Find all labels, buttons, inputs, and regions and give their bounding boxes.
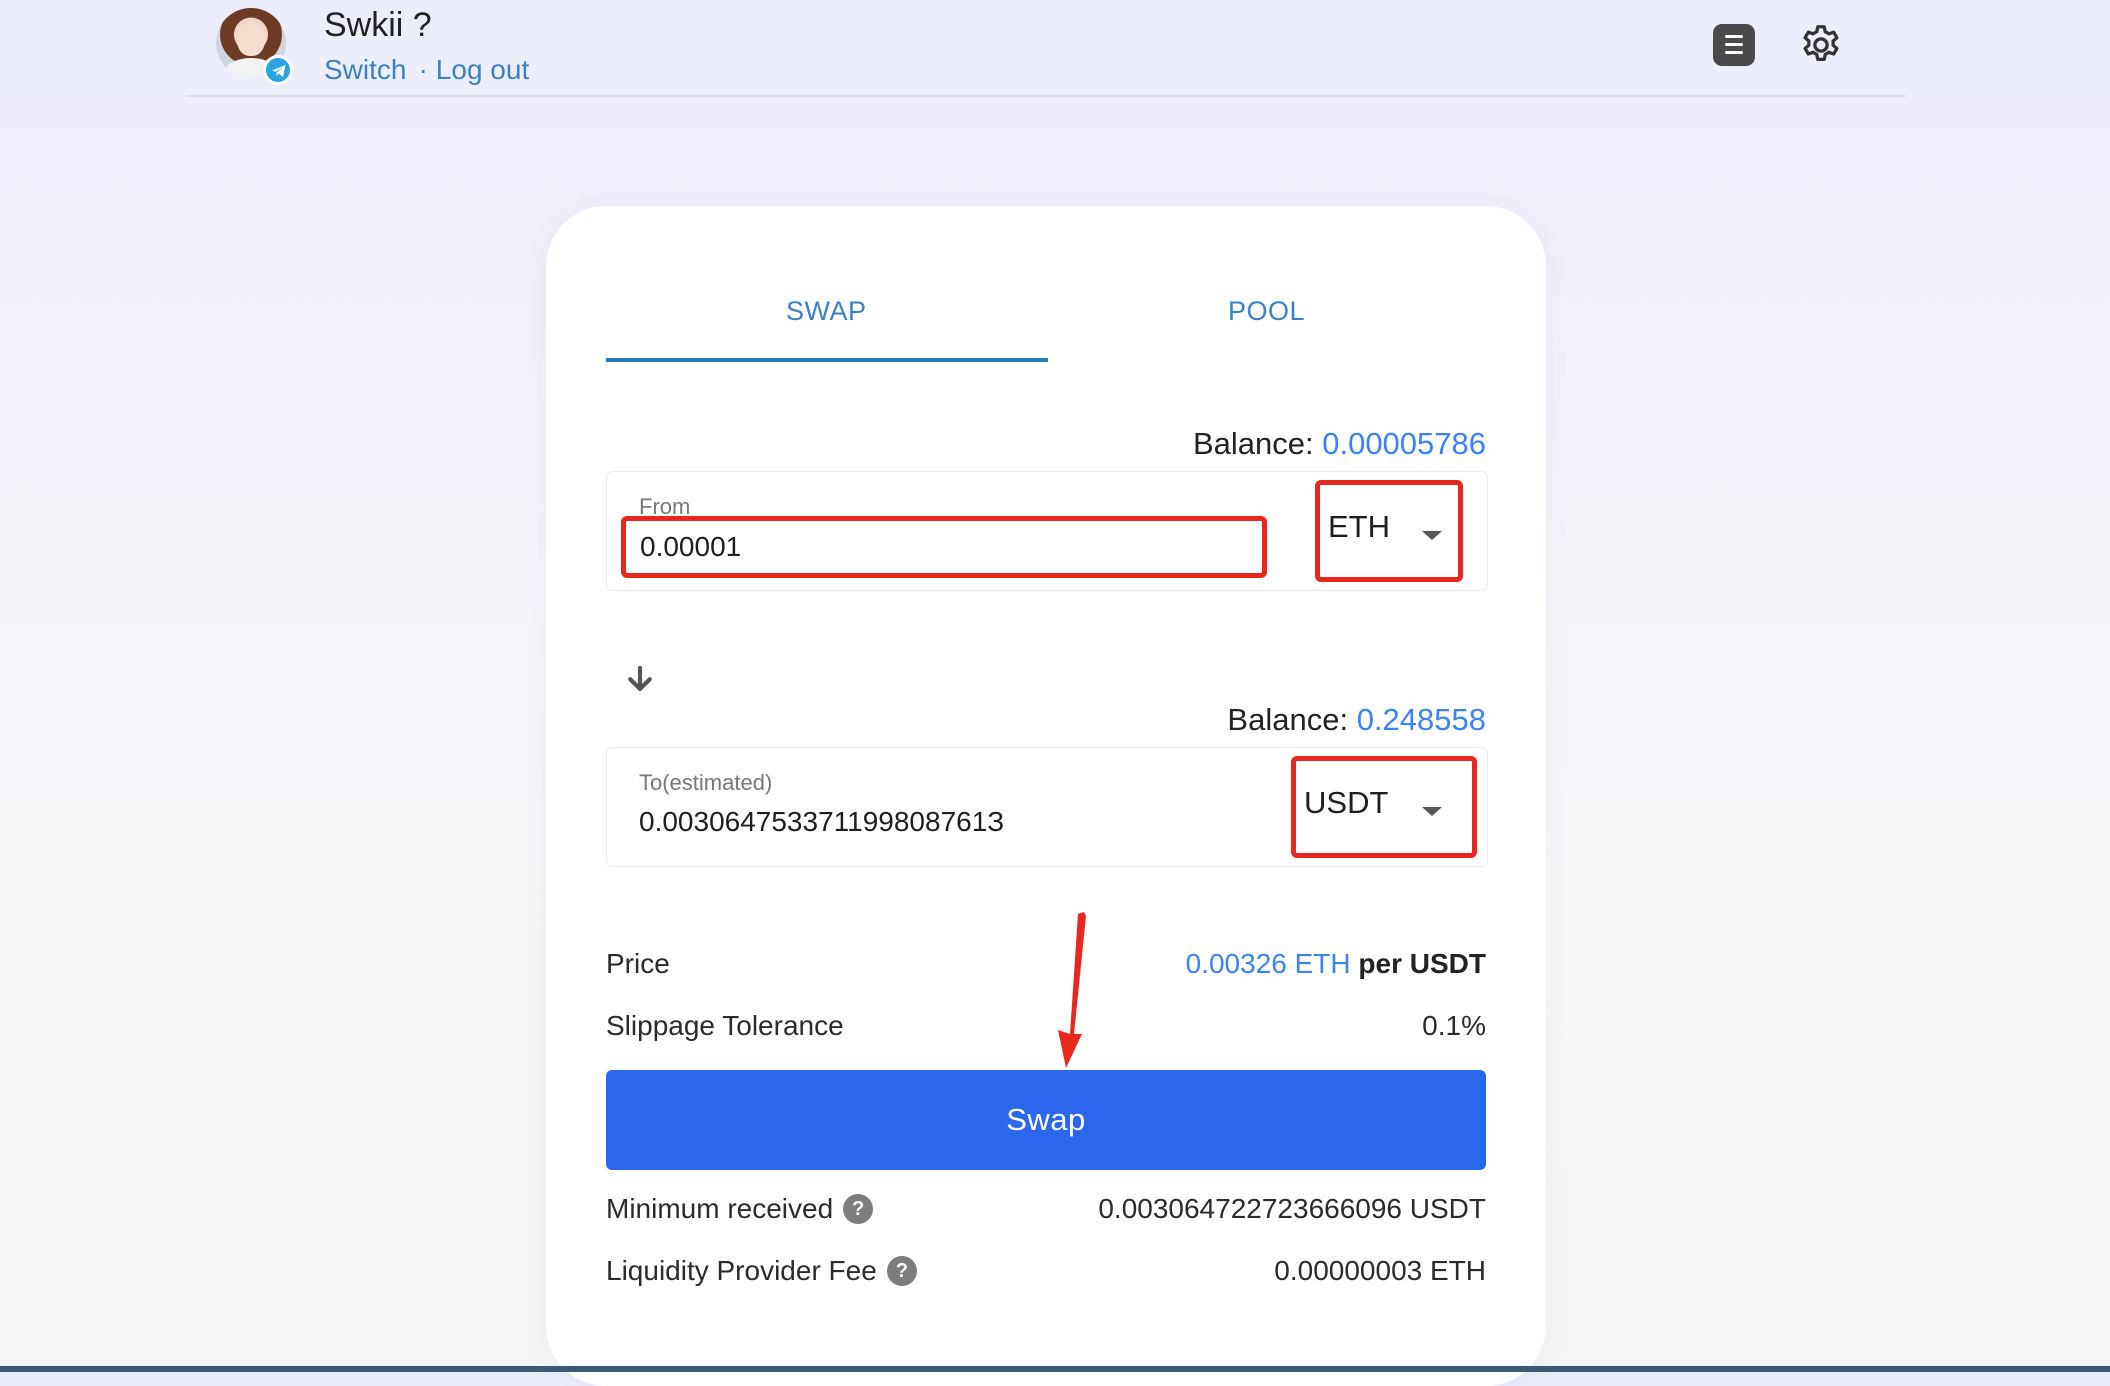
bottom-edge-bar (0, 1366, 2110, 1372)
price-unit: ETH (1294, 948, 1351, 979)
gear-icon[interactable] (1798, 22, 1844, 68)
minimum-received-label: Minimum received (606, 1193, 834, 1224)
swap-card: SWAP POOL Balance: 0.00005786 From ETH B… (546, 206, 1546, 1386)
switch-account-link[interactable]: Switch (324, 54, 406, 85)
liquidity-fee-row: Liquidity Provider Fee? 0.00000003 ETH (606, 1255, 1486, 1295)
menu-icon-line (1725, 43, 1743, 46)
top-header: Swkii ? Switch · Log out (186, 0, 1906, 97)
price-label: Price (606, 948, 670, 979)
account-links: Switch · Log out (324, 54, 529, 86)
arrow-down-icon[interactable] (622, 662, 658, 698)
help-icon[interactable]: ? (886, 1255, 917, 1286)
to-token-label: USDT (1304, 785, 1389, 820)
slippage-value[interactable]: 0.1% (1422, 1010, 1486, 1042)
to-token-select[interactable]: USDT (1291, 756, 1477, 858)
to-balance-value: 0.248558 (1356, 702, 1486, 737)
avatar-face (237, 22, 265, 56)
liquidity-fee-value: 0.00000003 ETH (1274, 1255, 1486, 1286)
from-token-select[interactable]: ETH (1315, 480, 1463, 582)
annotation-arrow (1058, 912, 1086, 1068)
from-amount-input[interactable] (621, 516, 1267, 578)
active-tab-indicator (606, 358, 1048, 362)
minimum-received-label-group: Minimum received? (606, 1193, 874, 1225)
from-token-label: ETH (1328, 509, 1390, 544)
to-balance: Balance: 0.248558 (1227, 702, 1486, 738)
help-icon[interactable]: ? (843, 1193, 874, 1224)
liquidity-fee-label: Liquidity Provider Fee (606, 1255, 877, 1286)
minimum-received-value: 0.003064722723666096 USDT (1098, 1193, 1486, 1224)
to-balance-label: Balance: (1227, 702, 1349, 737)
to-label: To(estimated) (639, 770, 773, 795)
menu-icon-line (1725, 51, 1743, 54)
price-target: USDT (1409, 948, 1486, 979)
price-value: 0.00326 ETH per USDT (1186, 948, 1486, 980)
menu-icon-line (1725, 35, 1743, 38)
price-amount: 0.00326 (1185, 948, 1287, 979)
from-balance-value: 0.00005786 (1322, 426, 1486, 461)
telegram-icon (263, 55, 293, 85)
user-name: Swkii ? (324, 6, 432, 44)
from-balance: Balance: 0.00005786 (1193, 426, 1486, 462)
to-amount-value[interactable]: 0.003064753371199808761З (639, 806, 1004, 838)
slippage-label: Slippage Tolerance (606, 1010, 844, 1041)
logout-link[interactable]: Log out (436, 54, 529, 85)
liquidity-fee-label-group: Liquidity Provider Fee? (606, 1255, 917, 1287)
minimum-received-row: Minimum received? 0.003064722723666096 U… (606, 1193, 1486, 1233)
tab-pool[interactable]: POOL (1228, 296, 1305, 327)
price-per: per (1358, 948, 1402, 979)
caret-down-icon (1422, 807, 1442, 816)
slippage-row: Slippage Tolerance 0.1% (606, 1010, 1486, 1050)
menu-icon[interactable] (1713, 24, 1755, 66)
from-balance-label: Balance: (1192, 426, 1314, 461)
swap-button[interactable]: Swap (606, 1070, 1486, 1170)
link-separator: · (418, 54, 428, 85)
price-row: Price 0.00326 ETH per USDT (606, 948, 1486, 988)
tab-swap[interactable]: SWAP (786, 296, 867, 327)
caret-down-icon (1422, 531, 1442, 540)
